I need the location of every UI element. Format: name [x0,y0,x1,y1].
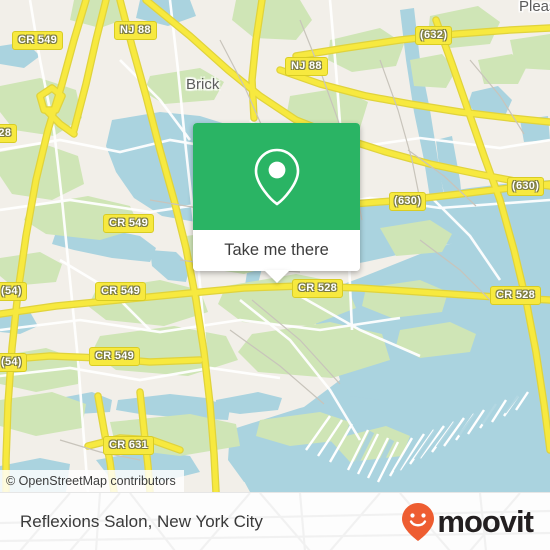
road-shield-cr-549-lower[interactable]: CR 549 [89,347,141,366]
road-shield-cr-631[interactable]: CR 631 [103,436,155,455]
road-shield-cr-549-mid[interactable]: CR 549 [103,214,155,233]
callout-image-panel [193,123,360,230]
moovit-map-screenshot: Brick Pleas CR 549 NJ 88 NJ 88 (632) 528… [0,0,550,550]
road-shield-54-upper[interactable]: (54) [0,282,27,301]
place-label-pleasant: Pleas [519,0,550,15]
road-shield-54-lower[interactable]: (54) [0,353,27,372]
road-shield-630-left[interactable]: (630) [389,192,427,211]
road-shield-nj-88-top[interactable]: NJ 88 [114,21,157,40]
road-shield-cr-528-right[interactable]: CR 528 [490,286,542,305]
take-me-there-button[interactable]: Take me there [193,230,360,271]
page-title: Reflexions Salon, New York City [20,511,263,531]
location-callout-card[interactable]: Take me there [193,123,360,283]
moovit-pin-smiley-icon [402,502,435,541]
moovit-wordmark: moovit [437,504,534,539]
osm-attribution[interactable]: © OpenStreetMap contributors [0,470,184,492]
road-shield-632[interactable]: (632) [415,26,453,45]
road-shield-630-right[interactable]: (630) [507,177,545,196]
callout-pointer-tip [263,270,290,283]
footer-bar: Reflexions Salon, New York City moovit [0,492,550,550]
road-shield-528-left-edge[interactable]: 528 [0,124,18,143]
map-pin-icon [254,148,299,206]
road-shield-cr-549-center[interactable]: CR 549 [95,282,147,301]
place-label-brick: Brick [186,76,220,93]
road-shield-nj-88-right[interactable]: NJ 88 [285,57,328,76]
road-shield-cr-549-topleft[interactable]: CR 549 [12,31,64,50]
moovit-logo[interactable]: moovit [401,502,534,542]
map-canvas[interactable]: Brick Pleas CR 549 NJ 88 NJ 88 (632) 528… [0,0,550,492]
road-shield-cr-528-center[interactable]: CR 528 [292,279,344,298]
